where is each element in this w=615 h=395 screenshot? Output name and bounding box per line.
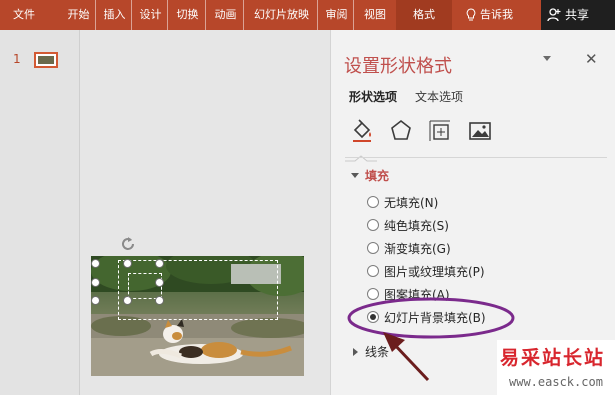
tab-file[interactable]: 文件 <box>0 0 48 30</box>
tab-view[interactable]: 视图 <box>356 0 394 30</box>
tab-design[interactable]: 设计 <box>134 0 168 30</box>
resize-handle-top-right[interactable] <box>155 259 164 268</box>
pane-title: 设置形状格式 <box>344 56 452 77</box>
radio-label: 图案填充(A) <box>384 288 450 302</box>
tell-me-label: 告诉我 <box>480 8 513 21</box>
tab-review[interactable]: 审阅 <box>320 0 354 30</box>
radio-label: 无填充(N) <box>384 196 439 210</box>
slide-thumbnail[interactable] <box>34 52 58 68</box>
share-label: 共享 <box>565 8 590 22</box>
radio-button[interactable] <box>367 196 379 208</box>
resize-handle-bottom-right[interactable] <box>155 296 164 305</box>
pane-options-dropdown[interactable] <box>543 56 551 61</box>
radio-label: 纯色填充(S) <box>384 219 449 233</box>
slide-thumbnail-pane: 1 <box>0 30 80 395</box>
divider <box>345 157 607 158</box>
tab-transitions[interactable]: 切换 <box>170 0 206 30</box>
resize-handle-bottom-left[interactable] <box>91 296 100 305</box>
ribbon-tab-bar: 文件 开始 插入 设计 切换 动画 幻灯片放映 审阅 视图 格式 告诉我 共享 <box>0 0 615 30</box>
size-properties-icon[interactable] <box>427 118 453 144</box>
lightbulb-icon <box>466 8 476 21</box>
radio-button[interactable] <box>367 265 379 277</box>
fill-section-expand-icon[interactable] <box>351 173 359 178</box>
tab-format[interactable]: 格式 <box>396 0 452 30</box>
close-icon[interactable]: ✕ <box>585 50 598 68</box>
rotate-handle-icon[interactable] <box>118 234 138 254</box>
resize-handle-top-middle[interactable] <box>123 259 132 268</box>
tab-text-options[interactable]: 文本选项 <box>415 88 463 105</box>
fill-section-label[interactable]: 填充 <box>365 167 389 184</box>
resize-handle-middle-left[interactable] <box>91 278 100 287</box>
radio-button[interactable] <box>367 219 379 231</box>
tab-animations[interactable]: 动画 <box>208 0 244 30</box>
effects-pentagon-icon[interactable] <box>388 118 414 144</box>
tab-shape-options[interactable]: 形状选项 <box>349 88 397 105</box>
radio-button-checked[interactable] <box>367 311 379 323</box>
slide-canvas[interactable] <box>80 30 330 395</box>
site-watermark: 易采站长站 www.easck.com <box>497 340 615 395</box>
tab-home[interactable]: 开始 <box>62 0 96 30</box>
tab-slideshow[interactable]: 幻灯片放映 <box>246 0 318 30</box>
line-section-label[interactable]: 线条 <box>365 343 389 360</box>
radio-label: 渐变填充(G) <box>384 242 451 256</box>
watermark-url: www.easck.com <box>509 375 603 389</box>
fill-line-icon[interactable] <box>349 118 375 144</box>
picture-icon[interactable] <box>467 118 493 144</box>
resize-handle-middle-right[interactable] <box>155 278 164 287</box>
resize-handle-top-left[interactable] <box>91 259 100 268</box>
line-section-expand-icon[interactable] <box>353 348 358 356</box>
radio-label: 图片或纹理填充(P) <box>384 265 485 279</box>
slide-number: 1 <box>13 52 21 66</box>
resize-handle-bottom-middle[interactable] <box>123 296 132 305</box>
watermark-title: 易采站长站 <box>500 347 606 369</box>
tab-insert[interactable]: 插入 <box>98 0 132 30</box>
radio-button[interactable] <box>367 288 379 300</box>
person-add-icon <box>547 8 561 22</box>
share-button[interactable]: 共享 <box>541 0 615 30</box>
tell-me-search[interactable]: 告诉我 <box>462 0 524 30</box>
radio-label: 幻灯片背景填充(B) <box>384 311 486 325</box>
radio-button[interactable] <box>367 242 379 254</box>
